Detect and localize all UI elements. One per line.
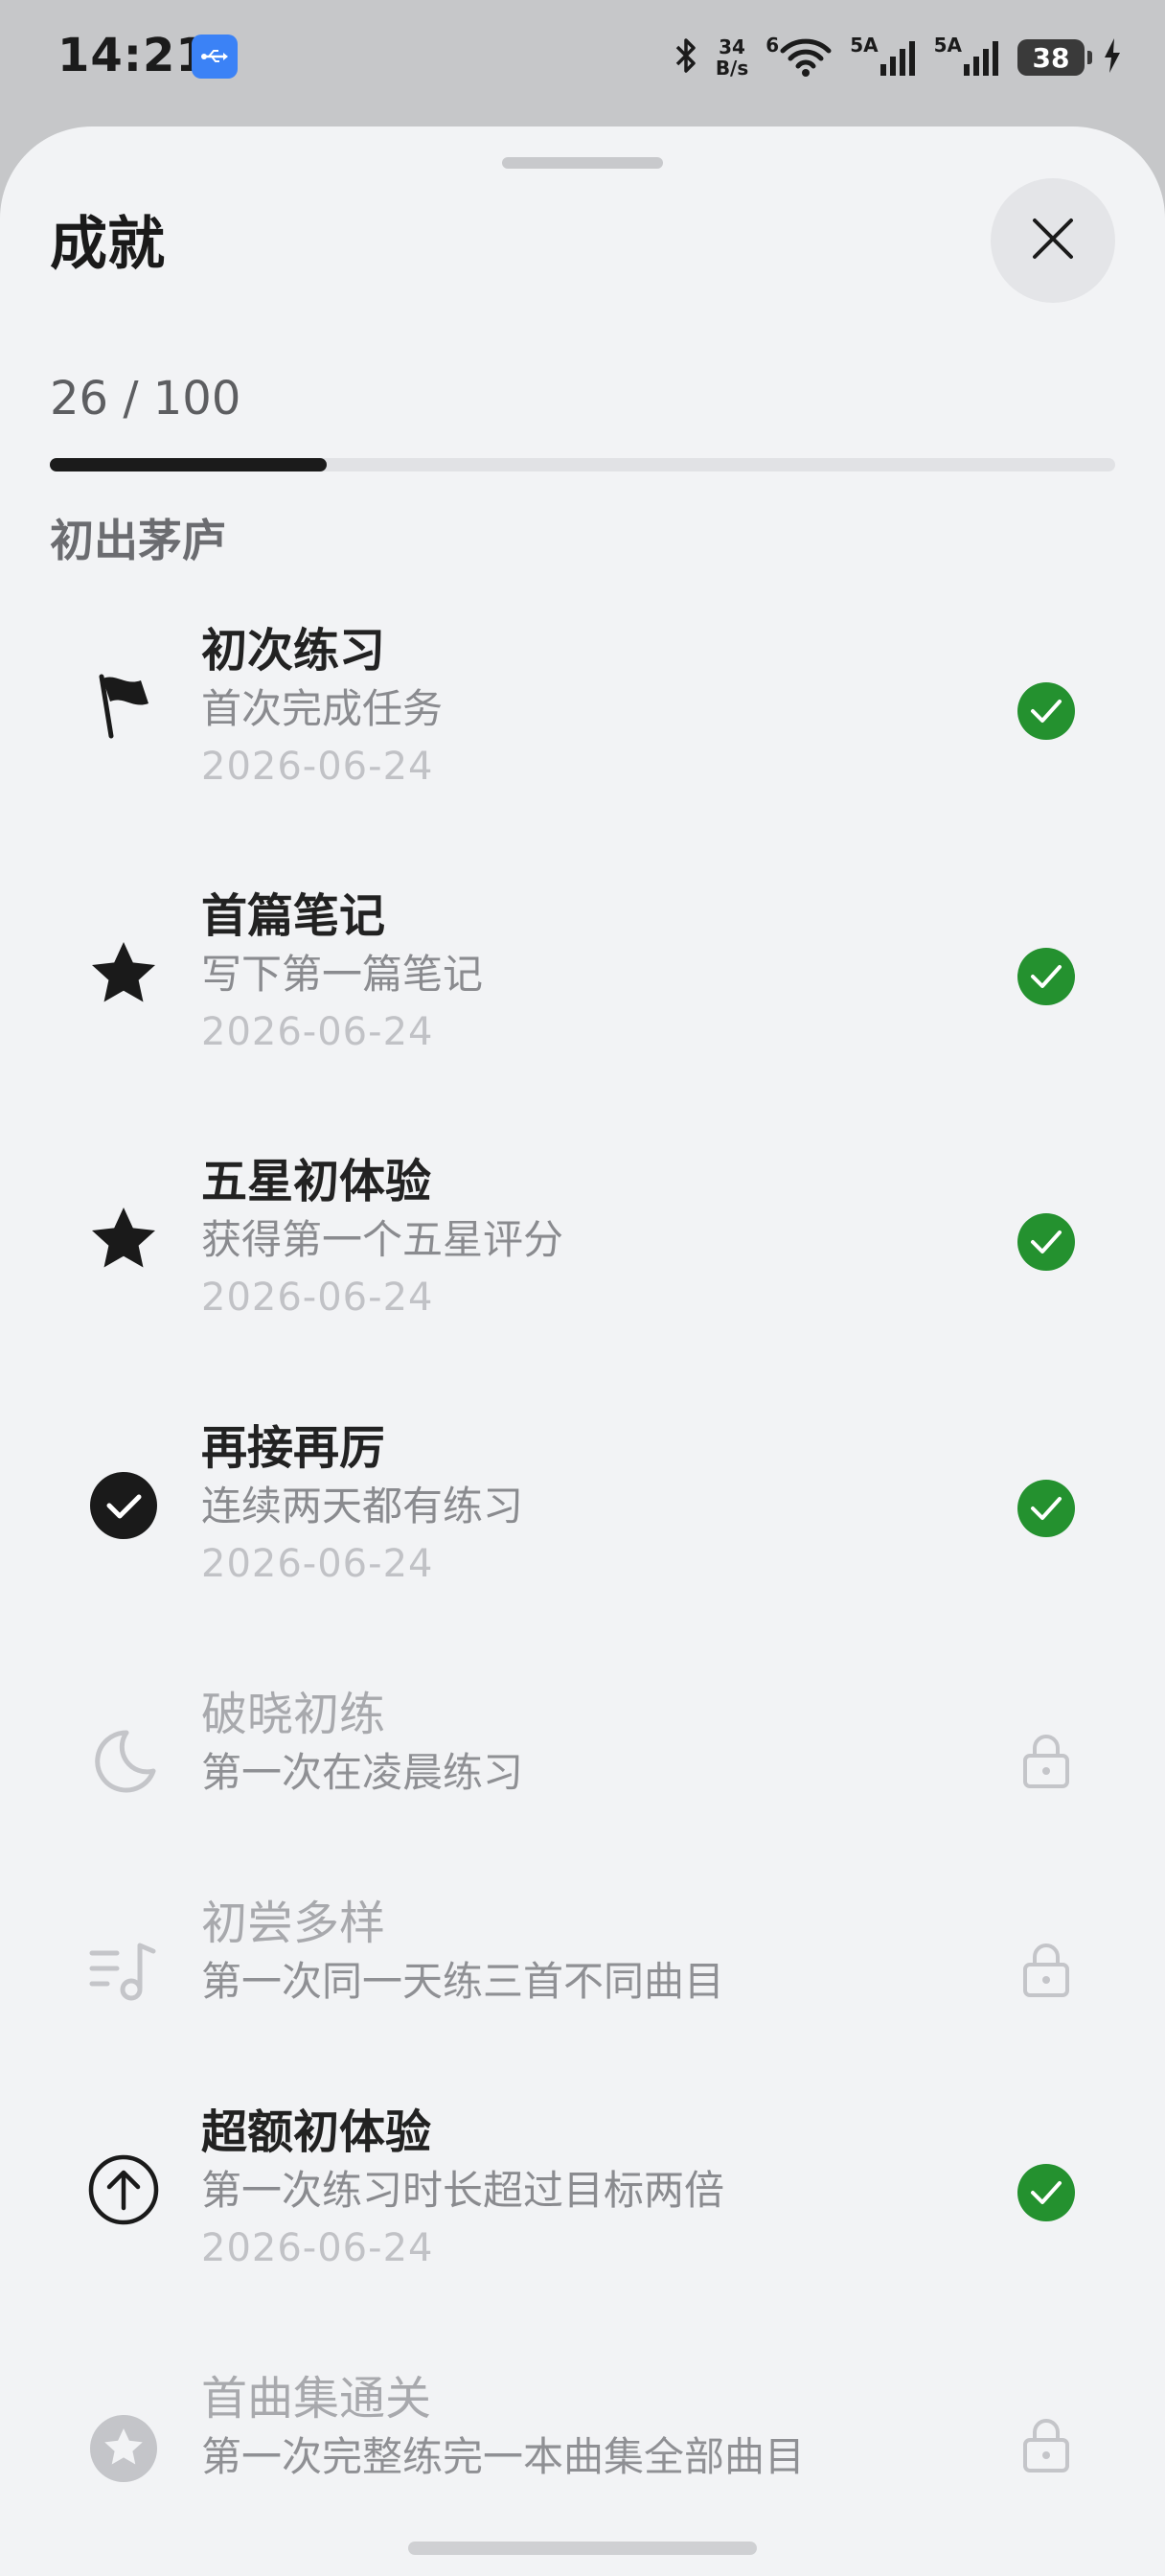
achievement-desc: 第一次同一天练三首不同曲目	[201, 1958, 725, 2005]
lock-icon	[1016, 1940, 1077, 2001]
achievement-date: 2026-06-24	[201, 1010, 434, 1054]
unlocked-badge	[1016, 2162, 1077, 2223]
achievement-item[interactable]: 破晓初练 第一次在凌晨练习	[50, 1685, 1115, 1838]
net-speed: 34 B/s	[715, 35, 749, 80]
achievement-name: 初次练习	[201, 624, 386, 678]
check-icon	[1017, 1480, 1075, 1537]
achievement-desc: 连续两天都有练习	[201, 1483, 524, 1530]
lock-icon	[1016, 1731, 1077, 1792]
unlocked-badge	[1016, 1478, 1077, 1539]
unlocked-badge	[1016, 1211, 1077, 1273]
wifi-icon	[779, 35, 833, 81]
check-circle-icon	[88, 1470, 159, 1541]
sheet-grabber[interactable]	[502, 157, 663, 169]
lock-icon	[1016, 2415, 1077, 2476]
status-icons: 34 B/s 6 5A 5A 38	[674, 29, 1123, 86]
close-button[interactable]	[991, 178, 1115, 303]
achievement-date: 2026-06-24	[201, 2226, 434, 2270]
home-indicator[interactable]	[408, 2542, 757, 2555]
star-icon	[88, 1204, 159, 1275]
achievement-item[interactable]: 首篇笔记 写下第一篇笔记 2026-06-24	[50, 886, 1115, 1097]
achievement-item[interactable]: 超额初体验 第一次练习时长超过目标两倍 2026-06-24	[50, 2103, 1115, 2313]
signal-icon	[962, 39, 1000, 81]
moon-icon	[88, 1727, 159, 1798]
star-circle-icon	[88, 2413, 159, 2484]
achievement-item[interactable]: 五星初体验 获得第一个五星评分 2026-06-24	[50, 1152, 1115, 1363]
check-icon	[1017, 2164, 1075, 2221]
progress-bar	[50, 458, 1115, 472]
section-title: 初出茅庐	[50, 515, 226, 566]
star-icon	[88, 938, 159, 1009]
close-icon	[1031, 217, 1075, 264]
charging-icon	[1102, 36, 1123, 79]
status-time: 14:21	[57, 29, 209, 82]
achievement-desc: 第一次完整练完一本曲集全部曲目	[201, 2433, 806, 2480]
achievement-name: 初尝多样	[201, 1897, 386, 1950]
unlocked-badge	[1016, 680, 1077, 742]
achievement-name: 破晓初练	[201, 1688, 386, 1741]
signal-indicator-1: 5A	[850, 34, 916, 81]
achievement-name: 五星初体验	[201, 1155, 432, 1208]
achievement-desc: 写下第一篇笔记	[201, 951, 484, 998]
achievements-sheet: 成就 26 / 100 初出茅庐 初次练习 首次完成任务 2026-06-24	[0, 126, 1165, 2576]
achievement-desc: 第一次在凌晨练习	[201, 1749, 524, 1796]
achievement-desc: 第一次练习时长超过目标两倍	[201, 2167, 725, 2214]
achievement-date: 2026-06-24	[201, 1276, 434, 1320]
bluetooth-icon	[674, 36, 698, 79]
achievement-date: 2026-06-24	[201, 1542, 434, 1586]
playlist-music-icon	[88, 1936, 159, 2007]
page-title: 成就	[50, 211, 165, 278]
unlocked-badge	[1016, 946, 1077, 1007]
flag-icon	[88, 669, 159, 740]
signal-indicator-2: 5A	[934, 34, 1000, 81]
check-icon	[1017, 682, 1075, 740]
achievement-name: 超额初体验	[201, 2105, 432, 2159]
progress-count: 26 / 100	[50, 372, 241, 426]
progress-bar-fill	[50, 458, 328, 472]
achievement-name: 首曲集通关	[201, 2372, 432, 2426]
achievement-item[interactable]: 初次练习 首次完成任务 2026-06-24	[50, 621, 1115, 832]
arrow-up-circle-icon	[88, 2154, 159, 2225]
achievement-item[interactable]: 首曲集通关 第一次完整练完一本曲集全部曲目	[50, 2369, 1115, 2522]
achievement-name: 再接再厉	[201, 1421, 386, 1475]
achievement-desc: 获得第一个五星评分	[201, 1216, 564, 1263]
usb-icon	[192, 34, 238, 79]
check-icon	[1017, 948, 1075, 1005]
achievement-item[interactable]: 再接再厉 连续两天都有练习 2026-06-24	[50, 1418, 1115, 1629]
battery-icon: 38	[1017, 39, 1092, 76]
achievement-name: 首篇笔记	[201, 889, 386, 943]
wifi-indicator: 6	[765, 34, 833, 81]
status-bar: 14:21 34 B/s 6 5A 5A 38	[0, 0, 1165, 115]
check-icon	[1017, 1213, 1075, 1271]
achievement-item[interactable]: 初尝多样 第一次同一天练三首不同曲目	[50, 1894, 1115, 2047]
signal-icon	[879, 39, 917, 81]
achievement-date: 2026-06-24	[201, 745, 434, 789]
achievement-desc: 首次完成任务	[201, 685, 444, 732]
